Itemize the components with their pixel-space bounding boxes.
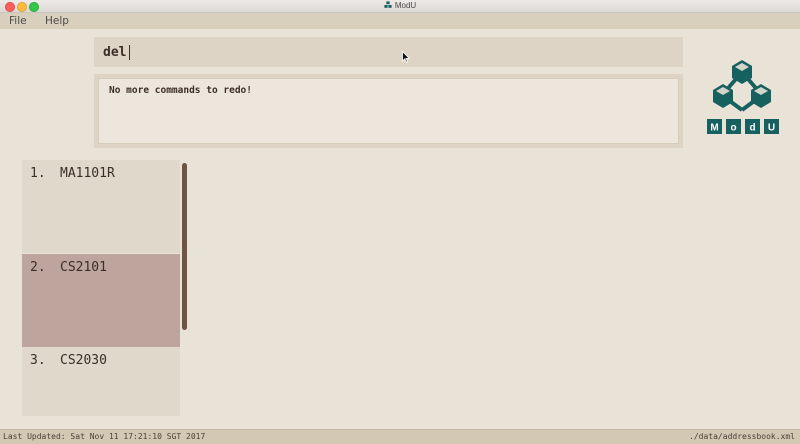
module-list-item[interactable]: 3. CS2030 bbox=[22, 347, 180, 416]
menu-bar: File Help bbox=[0, 13, 800, 29]
menu-help[interactable]: Help bbox=[45, 13, 69, 29]
logo-letter-m: M bbox=[710, 123, 718, 134]
module-code: CS2030 bbox=[60, 353, 107, 368]
mouse-pointer-icon bbox=[402, 51, 410, 63]
status-bar: Last Updated: Sat Nov 11 17:21:10 SGT 20… bbox=[0, 429, 800, 444]
module-index: 1. bbox=[30, 166, 46, 181]
module-index: 2. bbox=[30, 260, 46, 275]
save-location-status: ./data/addressbook.xml bbox=[689, 432, 795, 441]
module-index: 3. bbox=[30, 353, 46, 368]
command-box bbox=[94, 37, 683, 67]
result-display: No more commands to redo! bbox=[94, 74, 683, 148]
module-list-item[interactable]: 1. MA1101R bbox=[22, 160, 180, 253]
logo-letter-o: o bbox=[730, 123, 736, 134]
window-title: ModU bbox=[0, 0, 800, 12]
module-list-item-selected[interactable]: 2. CS2101 bbox=[22, 254, 180, 347]
module-list: 1. MA1101R 2. CS2101 3. CS2030 bbox=[22, 160, 180, 416]
logo-letter-u: U bbox=[768, 123, 775, 134]
window-titlebar: ModU bbox=[0, 0, 800, 13]
window-title-text: ModU bbox=[394, 1, 417, 10]
text-caret bbox=[129, 45, 130, 60]
module-code: MA1101R bbox=[60, 166, 115, 181]
modu-logo: M o d U bbox=[707, 60, 779, 134]
module-code: CS2101 bbox=[60, 260, 107, 275]
app-icon bbox=[384, 1, 392, 8]
result-message: No more commands to redo! bbox=[98, 78, 679, 144]
logo-letter-d: d bbox=[749, 123, 755, 134]
last-updated-status: Last Updated: Sat Nov 11 17:21:10 SGT 20… bbox=[3, 432, 206, 441]
menu-file[interactable]: File bbox=[9, 13, 27, 29]
list-scrollbar-thumb[interactable] bbox=[182, 163, 187, 330]
command-input[interactable] bbox=[103, 42, 663, 62]
